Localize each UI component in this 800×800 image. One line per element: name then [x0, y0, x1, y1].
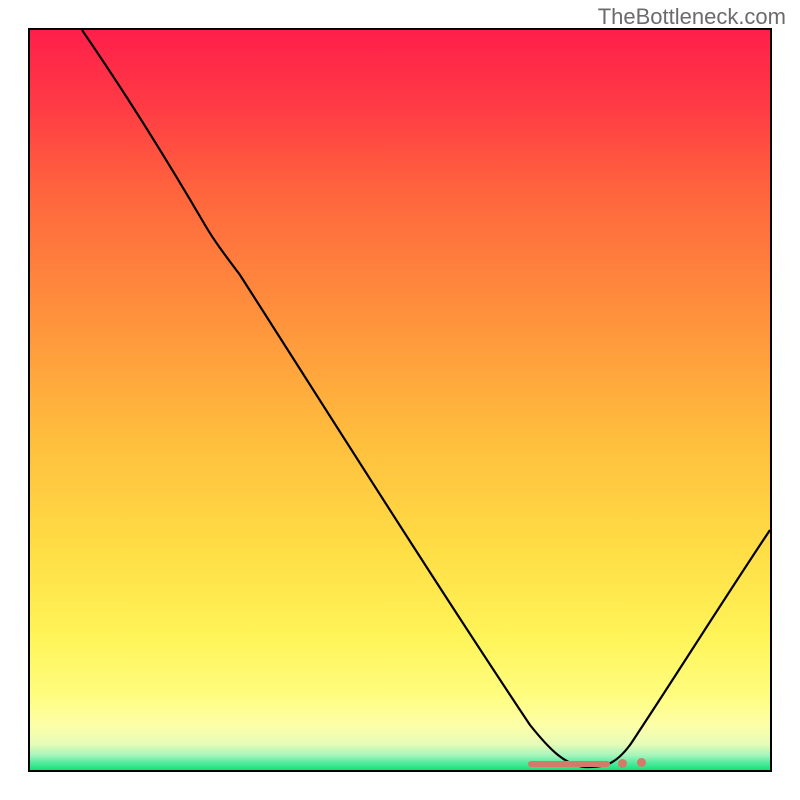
bottleneck-curve [30, 30, 770, 770]
watermark-text: TheBottleneck.com [598, 4, 786, 30]
marker-segment [528, 761, 610, 767]
plot-area [28, 28, 772, 772]
marker-dot-2 [637, 758, 646, 767]
marker-dot-1 [618, 759, 627, 768]
chart-container: TheBottleneck.com [0, 0, 800, 800]
